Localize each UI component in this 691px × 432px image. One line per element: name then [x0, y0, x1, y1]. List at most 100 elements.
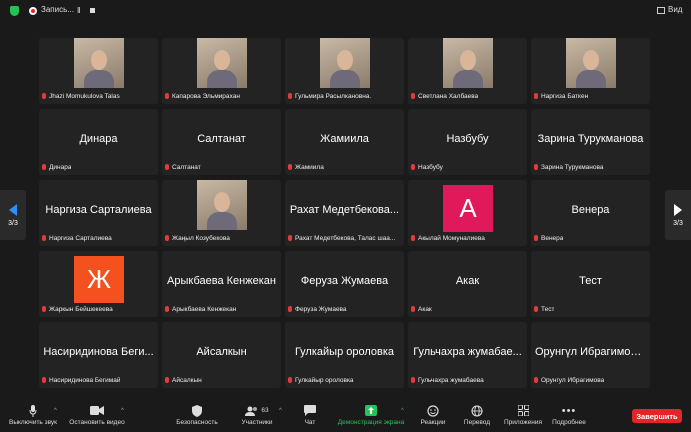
security-label: Безопасность [176, 419, 218, 426]
stop-recording-button[interactable] [90, 8, 95, 13]
participant-name: Айсалкын [172, 376, 202, 384]
participant-tile[interactable]: Гульчахра жумабае... Гульчахра жумабаева [408, 322, 527, 388]
arrow-left-icon [9, 203, 17, 216]
participant-name-caption: Жамиила [288, 162, 401, 172]
participant-tile[interactable]: Назбубу Назбубу [408, 109, 527, 175]
more-button[interactable]: ••• Подробнее [550, 404, 588, 430]
globe-icon [471, 404, 483, 417]
participant-display-name: Арыкбаева Кенжекан [167, 275, 276, 287]
participant-tile[interactable]: Айсалкын Айсалкын [162, 322, 281, 388]
pause-recording-button[interactable]: II [77, 6, 81, 15]
participant-display-name: Насиридинова Беги... [43, 346, 154, 358]
more-label: Подробнее [552, 419, 586, 426]
participant-tile[interactable]: Арыкбаева Кенжекан Арыкбаева Кенжекан [162, 251, 281, 317]
security-shield-icon[interactable] [10, 6, 19, 16]
participant-name-caption: Феруза Жумаева [288, 304, 401, 314]
participant-name: Рахат Медетбекова, Талас шаа... [295, 234, 396, 242]
participant-tile[interactable]: A Акылай Момуналиева [408, 180, 527, 246]
view-icon[interactable] [657, 7, 665, 14]
participant-name-caption: Жаркын Бейшекеева [42, 304, 155, 314]
participants-button[interactable]: 63 Участники [238, 404, 276, 430]
share-options-chevron-icon[interactable]: ^ [401, 408, 404, 414]
participant-name-caption: Назбубу [411, 162, 524, 172]
participant-video [566, 38, 616, 88]
participant-tile[interactable]: Гульмира Расылкановна. [285, 38, 404, 104]
mute-label: Выключить звук [8, 419, 58, 426]
chat-button[interactable]: Чат [300, 404, 320, 430]
muted-microphone-icon [42, 164, 46, 170]
participant-name-caption: Гулкайыр ороловка [288, 375, 401, 385]
participant-name: Акылай Момуналиева [418, 234, 485, 242]
share-screen-button[interactable]: Демонстрация экрана [334, 404, 408, 430]
chat-bubble-icon [304, 404, 316, 417]
participants-count: 63 [261, 407, 269, 414]
participant-tile[interactable]: Феруза Жумаева Феруза Жумаева [285, 251, 404, 317]
recording-label[interactable]: Запись... [41, 5, 74, 14]
smiley-plus-icon [427, 404, 439, 417]
participant-tile[interactable]: Орунгүл Ибрагимово... Орунгул Ибрагимова [531, 322, 650, 388]
muted-microphone-icon [411, 93, 415, 99]
participant-grid: Jhazi Momukulova Talas Капарова Эльмираха… [39, 38, 652, 388]
apps-button[interactable]: Приложения [503, 404, 543, 430]
previous-page-button[interactable]: 3/3 [0, 190, 26, 240]
participant-name: Светлана Халбаева [418, 92, 479, 100]
participant-tile[interactable]: Наргиза Сарталиева Наргиза Сарталиева [39, 180, 158, 246]
stop-video-button[interactable]: Остановить видео [68, 404, 126, 430]
next-page-button[interactable]: 3/3 [665, 190, 691, 240]
participant-name-caption: Акылай Момуналиева [411, 233, 524, 243]
participant-name: Акак [418, 305, 432, 313]
end-meeting-button[interactable]: Завершить [632, 409, 682, 423]
muted-microphone-icon [288, 235, 292, 241]
participant-display-name: Наргиза Сарталиева [45, 204, 152, 216]
participant-tile[interactable]: Светлана Халбаева [408, 38, 527, 104]
microphone-icon [29, 404, 37, 417]
audio-options-chevron-icon[interactable]: ^ [54, 408, 57, 414]
participant-name-caption: Айсалкын [165, 375, 278, 385]
participant-tile[interactable]: Салтанат Салтанат [162, 109, 281, 175]
participant-tile[interactable]: Зарина Турукманова Зарина Турукманова [531, 109, 650, 175]
security-button[interactable]: Безопасность [174, 404, 220, 430]
mute-button[interactable]: Выключить звук [8, 404, 58, 430]
participant-tile[interactable]: Ж Жаркын Бейшекеева [39, 251, 158, 317]
participant-name-caption: Рахат Медетбекова, Талас шаа... [288, 233, 401, 243]
participant-display-name: Венера [571, 204, 610, 216]
participant-name-caption: Jhazi Momukulova Talas [42, 91, 155, 101]
participant-name: Тест [541, 305, 555, 313]
participants-options-chevron-icon[interactable]: ^ [279, 408, 282, 414]
view-button[interactable]: Вид [668, 5, 682, 14]
participant-name-caption: Венера [534, 233, 647, 243]
participant-tile[interactable]: Венера Венера [531, 180, 650, 246]
participant-display-name: Жамиила [320, 133, 369, 145]
participant-tile[interactable]: Насиридинова Беги... Насиридинова Бегимай [39, 322, 158, 388]
participant-tile[interactable]: Динара Динара [39, 109, 158, 175]
muted-microphone-icon [534, 306, 538, 312]
participant-display-name: Феруза Жумаева [300, 275, 389, 287]
participant-tile[interactable]: Гулкайыр ороловка Гулкайыр ороловка [285, 322, 404, 388]
page-indicator-left: 3/3 [8, 219, 18, 227]
translate-button[interactable]: Перевод [462, 404, 492, 430]
participant-name-caption: Гульчахра жумабаева [411, 375, 524, 385]
participant-tile[interactable]: Jhazi Momukulova Talas [39, 38, 158, 104]
participant-name: Наргиза Сарталиева [49, 234, 112, 242]
participant-name-caption: Наргиза Сарталиева [42, 233, 155, 243]
participant-tile[interactable]: Наргиза Баткен [531, 38, 650, 104]
muted-microphone-icon [288, 306, 292, 312]
muted-microphone-icon [165, 306, 169, 312]
muted-microphone-icon [534, 235, 538, 241]
participant-tile[interactable]: Жаңыл Козубекова [162, 180, 281, 246]
participant-avatar: A [443, 185, 493, 232]
arrow-right-icon [674, 203, 682, 216]
participant-tile[interactable]: Жамиила Жамиила [285, 109, 404, 175]
participant-name-caption: Тест [534, 304, 647, 314]
participant-tile[interactable]: Рахат Медетбекова... Рахат Медетбекова, Т… [285, 180, 404, 246]
participant-tile[interactable]: Акак Акак [408, 251, 527, 317]
participant-tile[interactable]: Тест Тест [531, 251, 650, 317]
apps-grid-icon [517, 404, 529, 417]
video-options-chevron-icon[interactable]: ^ [121, 408, 124, 414]
recording-icon [29, 7, 37, 15]
muted-microphone-icon [165, 93, 169, 99]
muted-microphone-icon [534, 377, 538, 383]
participant-display-name: Салтанат [197, 133, 246, 145]
reactions-button[interactable]: Реакции [418, 404, 448, 430]
participant-tile[interactable]: Капарова Эльмирахан [162, 38, 281, 104]
